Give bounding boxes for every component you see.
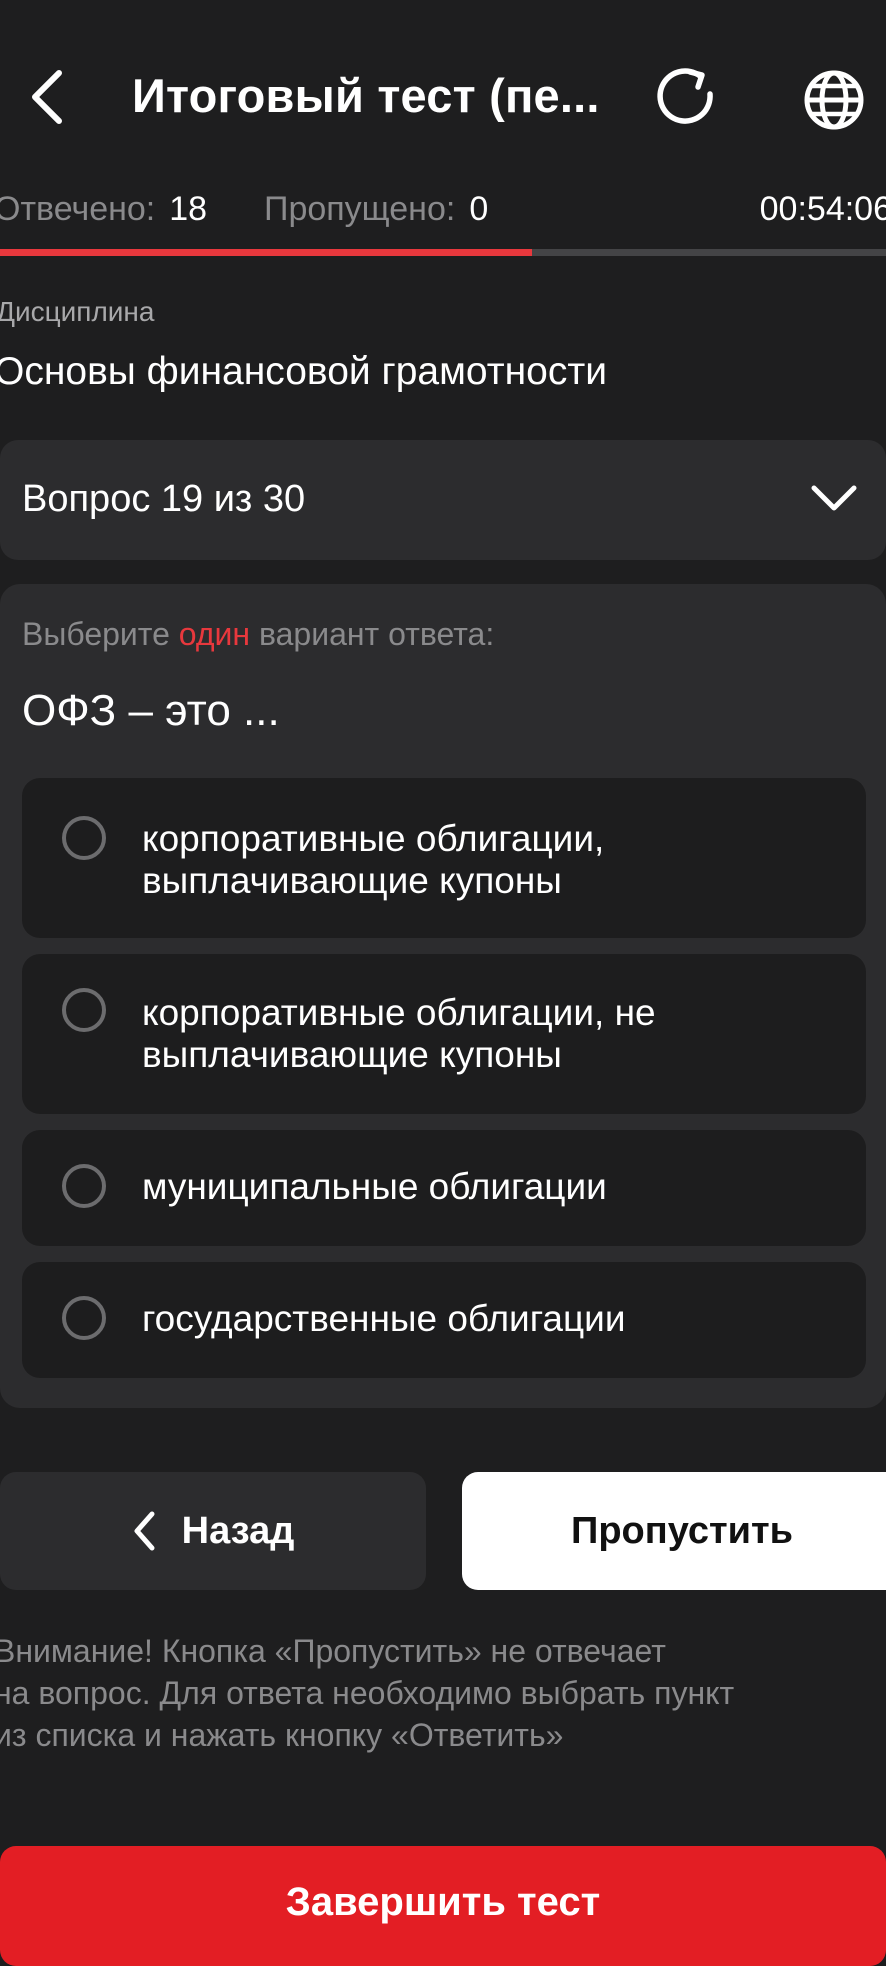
answered-label: Отвечено: xyxy=(0,190,156,228)
discipline-label: Дисциплина xyxy=(0,296,155,327)
chevron-down-icon xyxy=(811,485,857,511)
notice-text: Внимание! Кнопка «Пропустить» не отвечае… xyxy=(0,1633,735,1753)
discipline-name: Основы финансовой грамотности xyxy=(0,350,607,393)
radio-button[interactable] xyxy=(62,988,106,1032)
radio-button[interactable] xyxy=(62,1164,106,1208)
question-text: ОФЗ – это ... xyxy=(22,686,280,735)
answer-option[interactable]: государственные облигации xyxy=(22,1262,866,1378)
chevron-left-icon xyxy=(32,70,62,124)
answer-option[interactable]: корпоративные облигации, не выплачивающи… xyxy=(22,954,866,1114)
chevron-left-icon xyxy=(134,1511,155,1551)
answered-stat: Отвечено: 18 xyxy=(0,190,207,229)
timer: 00:54:06 xyxy=(759,190,886,228)
progress-bar xyxy=(0,249,886,256)
radio-button[interactable] xyxy=(62,1296,106,1340)
skipped-label: Пропущено: xyxy=(264,190,456,228)
answer-option[interactable]: муниципальные облигации xyxy=(22,1130,866,1246)
answer-instruction: Выберите один вариант ответа: xyxy=(22,616,495,652)
skip-button-label: Пропустить xyxy=(571,1509,793,1552)
option-text-line: муниципальные облигации xyxy=(142,1166,607,1207)
skip-button[interactable]: Пропустить xyxy=(462,1472,886,1590)
back-nav-button[interactable]: Назад xyxy=(0,1472,426,1590)
instruction-highlight: один xyxy=(178,616,251,652)
option-text-line: выплачивающие купоны xyxy=(142,1034,562,1075)
skipped-stat: Пропущено: 0 xyxy=(264,190,488,229)
refresh-button[interactable] xyxy=(652,64,720,132)
refresh-icon xyxy=(657,68,713,124)
finish-test-button[interactable]: Завершить тест xyxy=(0,1846,886,1966)
progress-fill xyxy=(0,249,532,256)
back-button-label: Назад xyxy=(181,1509,295,1552)
option-text-line: выплачивающие купоны xyxy=(142,860,562,901)
answered-value: 18 xyxy=(169,190,208,228)
answer-option[interactable]: корпоративные облигации, выплачивающие к… xyxy=(22,778,866,938)
question-selector[interactable]: Вопрос 19 из 30 xyxy=(0,440,886,560)
question-selector-label: Вопрос 19 из 30 xyxy=(22,478,306,520)
skipped-value: 0 xyxy=(469,190,489,228)
option-text-line: корпоративные облигации, xyxy=(142,818,605,859)
option-text-line: корпоративные облигации, не xyxy=(142,992,656,1033)
back-button[interactable] xyxy=(22,62,72,132)
option-text-line: государственные облигации xyxy=(142,1298,626,1339)
finish-button-label: Завершить тест xyxy=(285,1880,601,1924)
globe-icon xyxy=(804,70,864,130)
language-button[interactable] xyxy=(798,64,870,136)
page-title: Итоговый тест (пе... xyxy=(132,69,600,122)
radio-button[interactable] xyxy=(62,816,106,860)
